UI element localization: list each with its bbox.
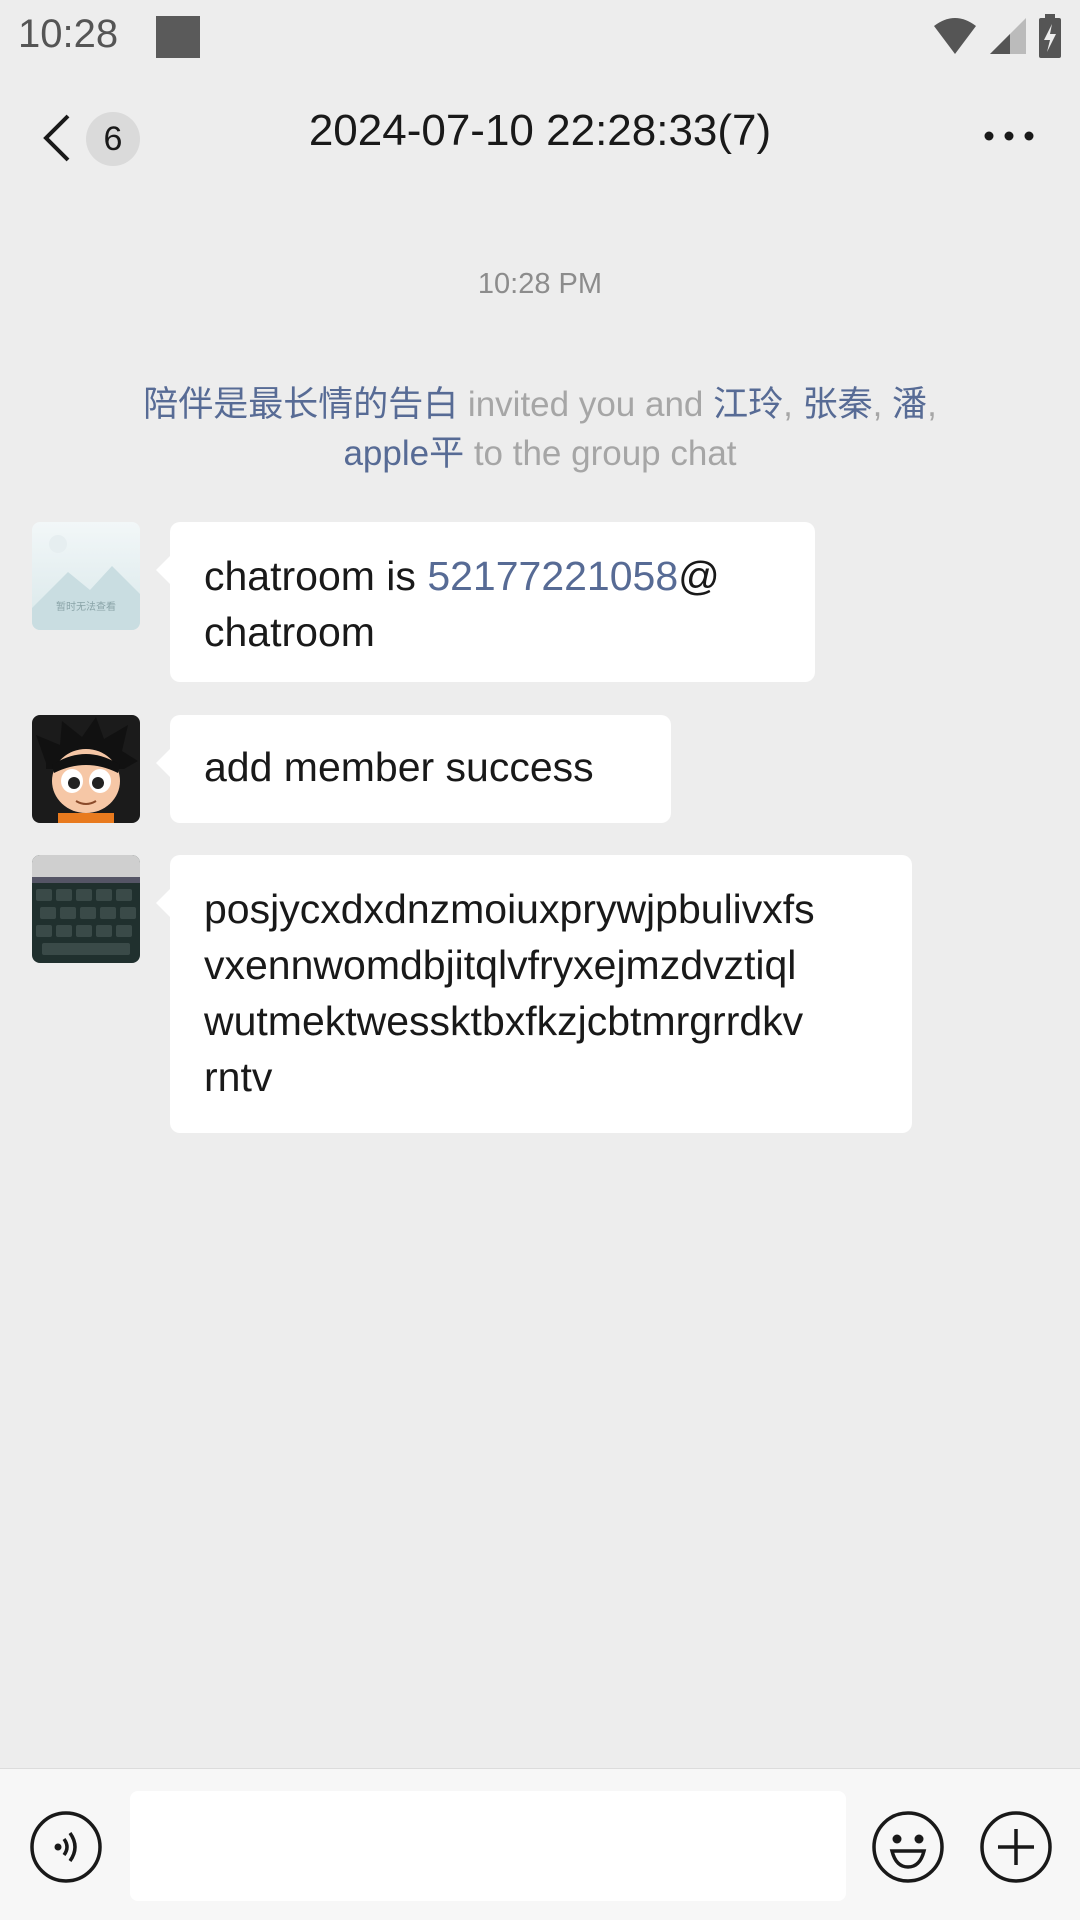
system-text-2: to the group chat (464, 434, 737, 473)
message-bubble[interactable]: chatroom is 52177221058@ chatroom (156, 522, 815, 682)
message-line: posjycxdxdnzmoiuxprywjpbulivxfs (204, 886, 815, 932)
input-bar (0, 1768, 1080, 1920)
message-text: chatroom (204, 609, 375, 655)
message-text: chatroom is (204, 553, 428, 599)
chat-title: 2024-07-10 22:28:33(7) (308, 106, 772, 155)
message-input[interactable] (130, 1791, 846, 1901)
more-options-icon[interactable] (982, 126, 1036, 146)
message-bubble[interactable]: add member success (156, 715, 671, 823)
nav-bar: 6 2024-07-10 22:28:33(7) (0, 76, 1080, 200)
member-name-2[interactable]: 张秦 (803, 385, 873, 424)
message-text: add member success (204, 744, 594, 790)
separator: , (927, 385, 937, 424)
more-functions-icon[interactable] (978, 1809, 1054, 1885)
separator: , (872, 385, 893, 424)
avatar[interactable] (32, 855, 140, 963)
member-name-3[interactable]: 潘 (892, 385, 927, 424)
emoji-icon[interactable] (870, 1809, 946, 1885)
status-bar: 10:28 (0, 0, 1080, 76)
message-text: @ (678, 553, 720, 599)
wifi-icon (934, 18, 976, 54)
status-time: 10:28 (18, 12, 119, 56)
message-bubble[interactable]: posjycxdxdnzmoiuxprywjpbulivxfs vxennwom… (156, 855, 912, 1133)
message-line: rntv (204, 1054, 273, 1100)
avatar-placeholder[interactable]: 暂时无法查看 (32, 522, 140, 630)
member-name-1[interactable]: 江玲 (713, 385, 783, 424)
notification-icon (156, 16, 200, 58)
status-icons (932, 14, 1062, 58)
system-message: 陪伴是最长情的告白 invited you and 江玲, 张秦, 潘, appl… (90, 380, 990, 478)
avatar[interactable] (32, 715, 140, 823)
separator: , (783, 385, 803, 424)
inviter-name[interactable]: 陪伴是最长情的告白 (143, 385, 458, 424)
cartoon-avatar-image (36, 717, 138, 823)
member-name-4[interactable]: apple平 (343, 434, 464, 473)
chat-screen: 10:28 6 2024-07-10 22:28:33(7) 10:28 PM … (0, 0, 1080, 1920)
cell-signal-icon (990, 18, 1026, 54)
keyboard-photo-avatar (32, 855, 140, 955)
message-line: wutmektwessktbxfkzjcbtmrgrrdkv (204, 998, 804, 1044)
placeholder-caption: 暂时无法查看 (56, 600, 116, 613)
voice-input-icon[interactable] (28, 1809, 104, 1885)
message-line: vxennwomdbjitqlvfryxejmzdvztiql (204, 942, 797, 988)
image-placeholder-icon: 暂时无法查看 (32, 535, 140, 630)
chatroom-id-link[interactable]: 52177221058 (427, 553, 678, 599)
battery-charging-icon (1039, 14, 1061, 58)
message-timestamp: 10:28 PM (477, 268, 603, 300)
system-text-1: invited you and (458, 385, 714, 424)
